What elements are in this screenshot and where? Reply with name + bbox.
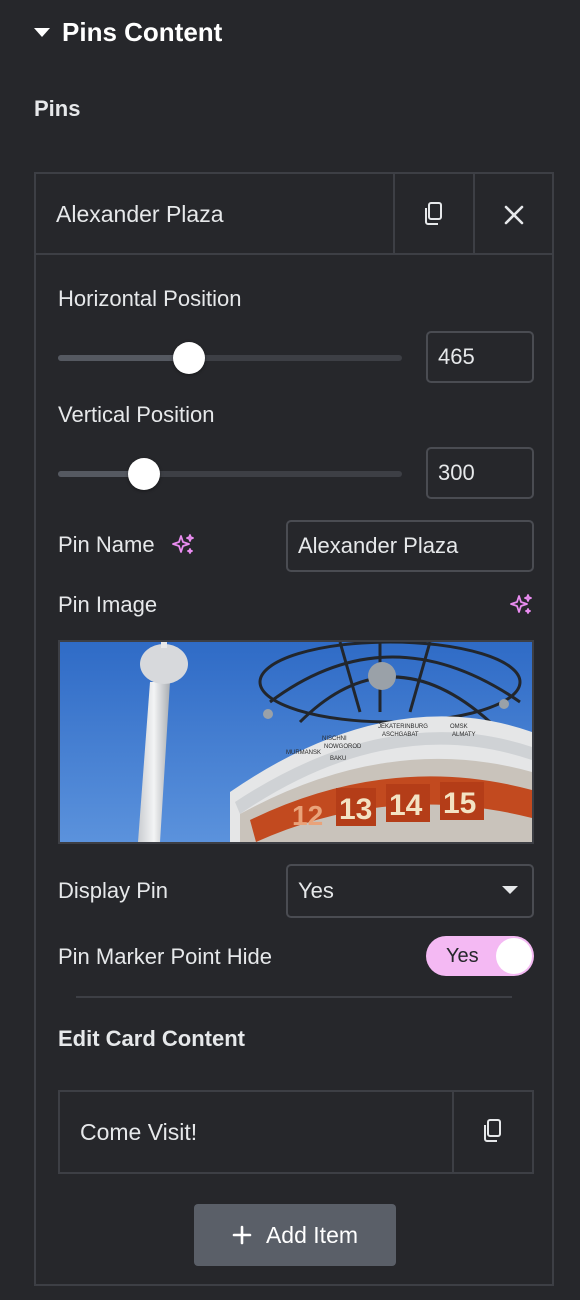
svg-text:MURMANSK: MURMANSK [286,750,321,756]
vertical-position-slider[interactable] [58,458,402,490]
card-duplicate-button[interactable] [452,1092,532,1172]
vertical-position-input[interactable] [426,447,534,499]
pin-name-input[interactable] [286,520,534,572]
card-content-heading: Edit Card Content [58,1026,245,1051]
svg-text:JEKATERINBURG: JEKATERINBURG [378,724,428,730]
svg-text:14: 14 [389,789,423,822]
svg-text:ASCHGABAT: ASCHGABAT [382,732,419,738]
marker-hide-toggle[interactable]: Yes [426,936,534,976]
remove-button[interactable] [473,174,553,255]
plus-icon [232,1225,252,1245]
horizontal-slider-handle[interactable] [173,342,205,374]
pins-label: Pins [34,96,81,121]
section-toggle[interactable]: Pins Content [34,14,222,50]
toggle-state-text: Yes [446,945,479,967]
section-title: Pins Content [62,16,223,47]
vertical-slider-handle[interactable] [128,458,160,490]
marker-hide-label: Pin Marker Point Hide [58,944,272,969]
horizontal-position-input[interactable] [426,331,534,383]
vertical-position-label: Vertical Position [58,402,215,427]
duplicate-icon [484,1119,501,1142]
world-clock-image: 13 14 15 12 NISCHNI NOWGOROD JEKATERINBU… [60,642,532,842]
svg-text:NOWGOROD: NOWGOROD [324,744,362,750]
display-pin-label: Display Pin [58,878,169,903]
pin-item-header: Alexander Plaza [36,174,552,255]
svg-text:NISCHNI: NISCHNI [322,736,347,742]
pin-repeater-item: Alexander Plaza Horizontal Position Vert… [34,172,554,1286]
svg-text:ALMATY: ALMATY [452,732,476,738]
duplicate-button[interactable] [393,174,473,255]
horizontal-position-slider[interactable] [58,342,402,374]
card-repeater-item: Come Visit! [58,1090,534,1174]
svg-text:BAKU: BAKU [330,756,346,762]
pin-image-label: Pin Image [58,592,158,617]
duplicate-icon [425,201,442,225]
svg-text:12: 12 [292,800,323,831]
display-pin-value: Yes [298,878,334,903]
pin-image-preview[interactable]: 13 14 15 12 NISCHNI NOWGOROD JEKATERINBU… [58,640,534,844]
close-icon [504,205,524,224]
svg-text:15: 15 [443,787,476,820]
divider [76,996,512,998]
horizontal-slider-fill [58,355,189,361]
add-item-label: Add Item [265,1221,359,1248]
display-pin-select[interactable]: Yes [286,864,534,918]
svg-text:13: 13 [339,793,372,826]
toggle-knob [496,938,532,974]
card-item-title[interactable]: Come Visit! [80,1092,197,1172]
caret-down-icon [34,27,50,37]
svg-text:OMSK: OMSK [450,724,468,730]
sparkle-icon[interactable] [170,532,196,558]
horizontal-position-label: Horizontal Position [58,286,242,311]
add-item-button[interactable]: Add Item [194,1204,396,1266]
pin-item-title[interactable]: Alexander Plaza [56,174,224,255]
pin-name-label: Pin Name [58,532,155,557]
chevron-down-icon [502,886,518,894]
sparkle-icon[interactable] [508,592,534,618]
